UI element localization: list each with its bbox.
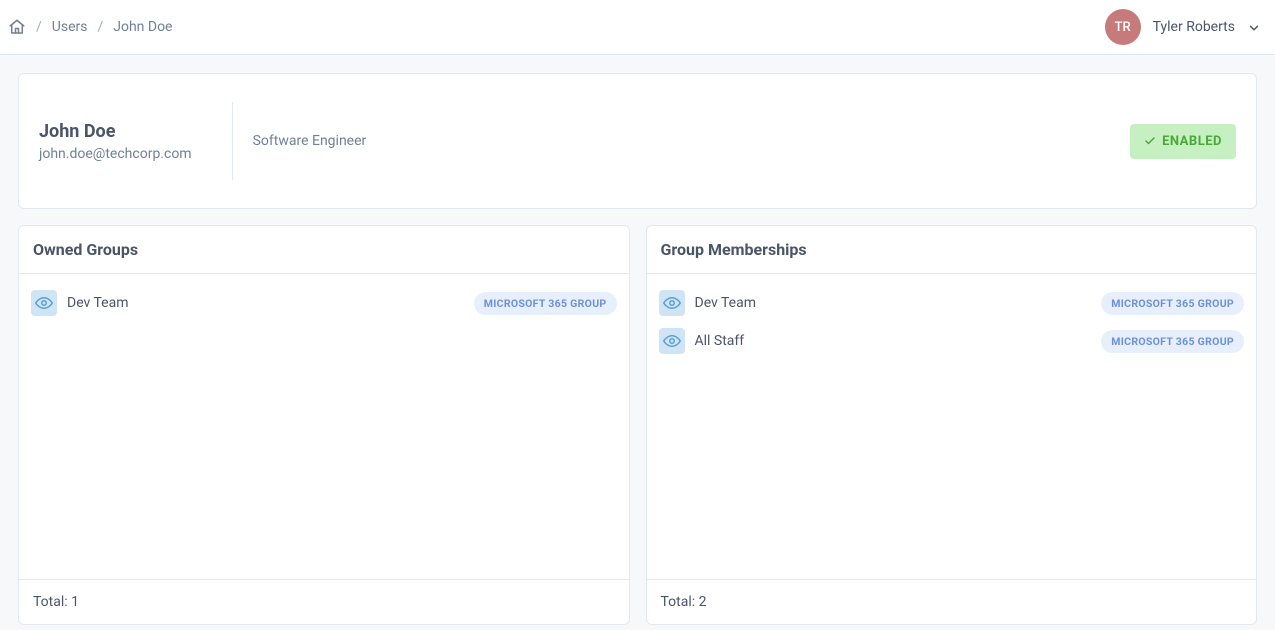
profile-name: John Doe bbox=[39, 121, 192, 142]
breadcrumb: / Users / John Doe bbox=[8, 18, 173, 36]
group-type-badge: MICROSOFT 365 GROUP bbox=[474, 292, 617, 315]
profile-role: Software Engineer bbox=[253, 133, 1130, 149]
chevron-down-icon bbox=[1247, 20, 1261, 34]
group-name: All Staff bbox=[695, 333, 1092, 349]
breadcrumb-current: John Doe bbox=[113, 19, 172, 35]
topbar: / Users / John Doe TR Tyler Roberts bbox=[0, 0, 1275, 55]
divider bbox=[232, 102, 233, 180]
status-badge: ENABLED bbox=[1130, 124, 1236, 159]
panel-footer: Total: 1 bbox=[19, 579, 629, 624]
user-menu[interactable]: TR Tyler Roberts bbox=[1105, 9, 1261, 45]
memberships-body: Dev Team MICROSOFT 365 GROUP All Staff M… bbox=[647, 274, 1257, 579]
owned-groups-panel: Owned Groups Dev Team MICROSOFT 365 GROU… bbox=[18, 225, 630, 625]
current-user-name: Tyler Roberts bbox=[1153, 19, 1235, 35]
content-area: John Doe john.doe@techcorp.com Software … bbox=[0, 55, 1275, 630]
eye-icon bbox=[659, 328, 685, 354]
status-text: ENABLED bbox=[1162, 134, 1222, 149]
breadcrumb-users-link[interactable]: Users bbox=[52, 19, 88, 35]
home-icon[interactable] bbox=[8, 18, 26, 36]
avatar: TR bbox=[1105, 9, 1141, 45]
panel-title: Group Memberships bbox=[647, 226, 1257, 274]
list-item[interactable]: All Staff MICROSOFT 365 GROUP bbox=[659, 324, 1245, 358]
owned-groups-body: Dev Team MICROSOFT 365 GROUP bbox=[19, 274, 629, 579]
memberships-panel: Group Memberships Dev Team MICROSOFT 365… bbox=[646, 225, 1258, 625]
group-name: Dev Team bbox=[695, 295, 1092, 311]
panel-title: Owned Groups bbox=[19, 226, 629, 274]
profile-identity: John Doe john.doe@techcorp.com bbox=[39, 121, 232, 162]
check-icon bbox=[1144, 135, 1156, 147]
panel-footer: Total: 2 bbox=[647, 579, 1257, 624]
list-item[interactable]: Dev Team MICROSOFT 365 GROUP bbox=[31, 286, 617, 320]
panels-row: Owned Groups Dev Team MICROSOFT 365 GROU… bbox=[18, 225, 1257, 625]
group-name: Dev Team bbox=[67, 295, 464, 311]
group-type-badge: MICROSOFT 365 GROUP bbox=[1101, 330, 1244, 353]
breadcrumb-separator: / bbox=[97, 19, 103, 35]
group-type-badge: MICROSOFT 365 GROUP bbox=[1101, 292, 1244, 315]
breadcrumb-separator: / bbox=[36, 19, 42, 35]
eye-icon bbox=[659, 290, 685, 316]
list-item[interactable]: Dev Team MICROSOFT 365 GROUP bbox=[659, 286, 1245, 320]
eye-icon bbox=[31, 290, 57, 316]
profile-email: john.doe@techcorp.com bbox=[39, 146, 192, 162]
profile-card: John Doe john.doe@techcorp.com Software … bbox=[18, 73, 1257, 209]
